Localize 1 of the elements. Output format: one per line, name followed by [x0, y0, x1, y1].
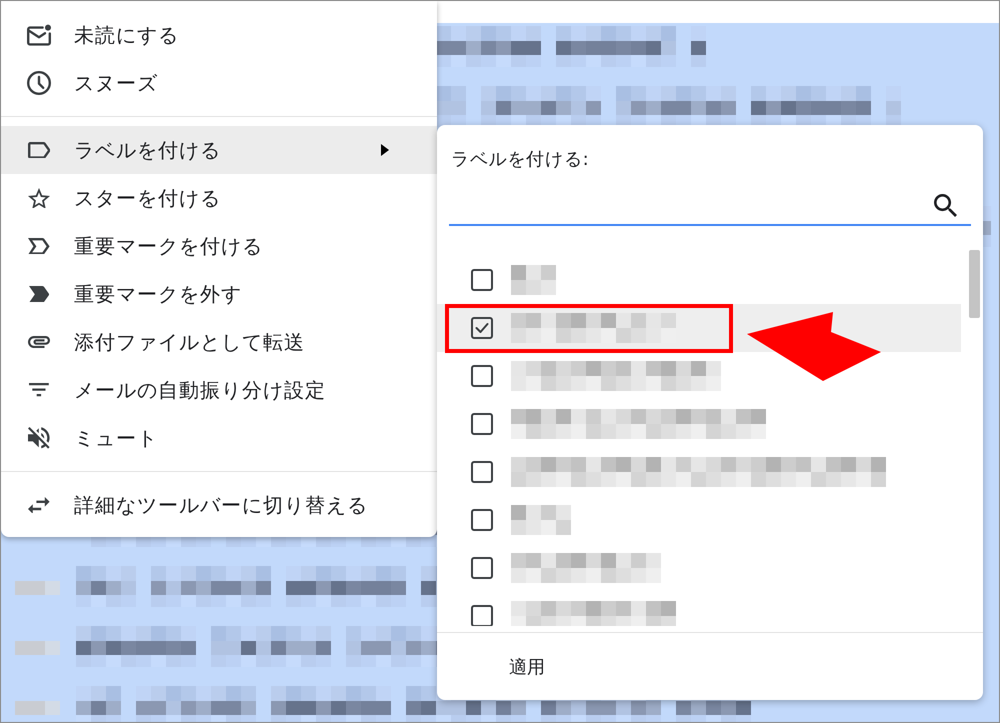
- panel-title: ラベルを付ける:: [451, 148, 590, 172]
